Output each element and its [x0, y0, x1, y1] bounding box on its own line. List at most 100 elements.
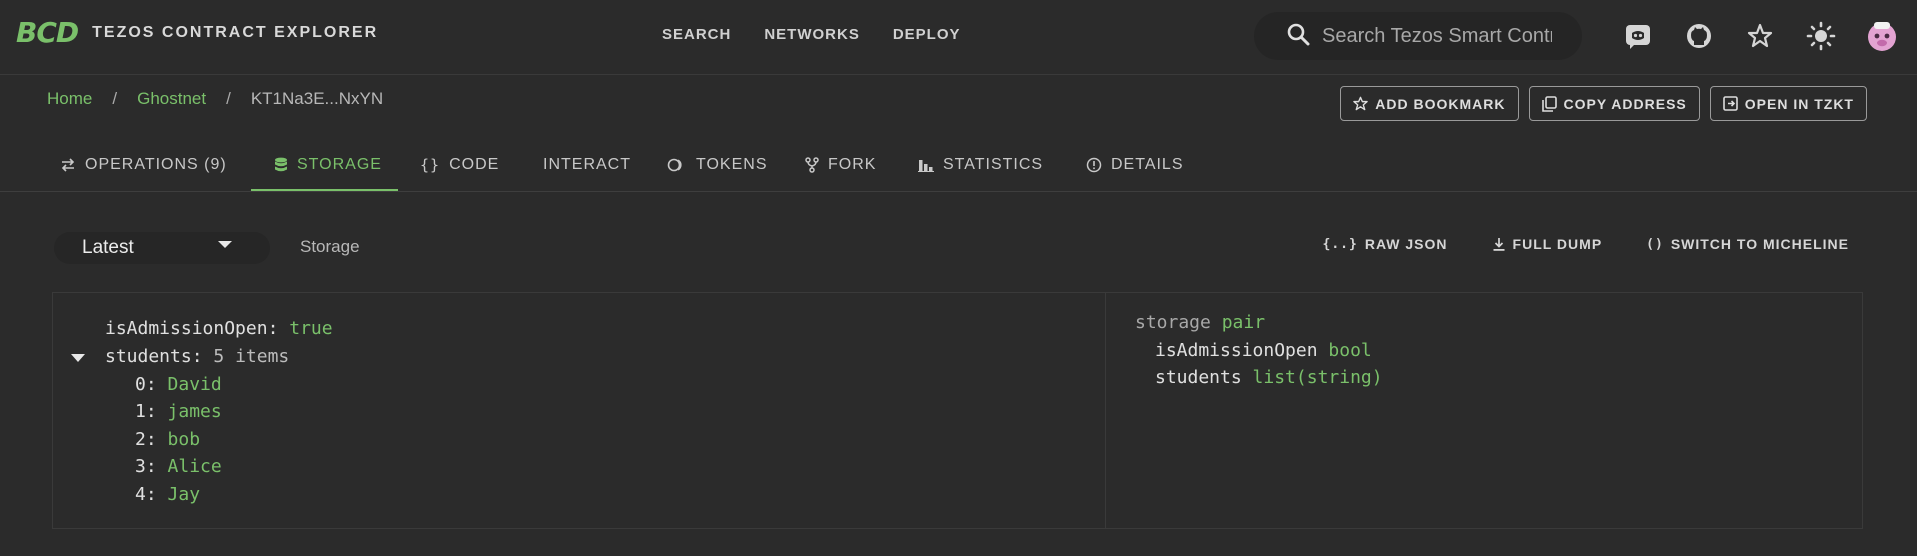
star-icon[interactable] — [1742, 16, 1778, 56]
tab-storage[interactable]: STORAGE — [274, 137, 382, 192]
contract-tabs: OPERATIONS (9) STORAGE {} CODE INTERACT … — [0, 137, 1917, 192]
download-icon — [1493, 237, 1505, 251]
open-external-icon — [1722, 96, 1738, 111]
list-item: 3: Alice — [135, 456, 222, 477]
tab-interact[interactable]: INTERACT — [543, 137, 631, 192]
nav-networks-link[interactable]: NETWORKS — [764, 26, 860, 43]
switch-to-micheline-button[interactable]: () SWITCH TO MICHELINE — [1646, 236, 1849, 252]
full-dump-label: FULL DUMP — [1512, 236, 1603, 252]
discord-icon[interactable] — [1620, 16, 1656, 56]
json-braces-icon: {..} — [1322, 236, 1358, 252]
top-nav: SEARCH NETWORKS DEPLOY — [662, 26, 961, 43]
type-field-type: bool — [1328, 340, 1372, 361]
tree-row-students[interactable]: students: 5 items — [105, 346, 289, 368]
parentheses-icon: () — [1646, 236, 1664, 252]
coins-icon — [667, 158, 682, 171]
breadcrumb: Home / Ghostnet / KT1Na3E...NxYN — [47, 89, 383, 109]
tab-code[interactable]: {} CODE — [420, 137, 499, 192]
copy-address-button[interactable]: COPY ADDRESS — [1528, 86, 1700, 121]
open-in-tzkt-button[interactable]: OPEN IN TZKT — [1709, 86, 1867, 121]
storage-type-view: storage pair isAdmissionOpen bool studen… — [1106, 293, 1862, 528]
type-root: storage pair — [1135, 312, 1265, 334]
bar-chart-icon — [918, 159, 934, 172]
tree-row-is-admission-open: isAdmissionOpen: true — [105, 318, 333, 339]
full-dump-button[interactable]: FULL DUMP — [1492, 236, 1603, 252]
storage-actions: {..} RAW JSON FULL DUMP () SWITCH TO MIC… — [1323, 236, 1849, 252]
app-logo[interactable]: BCD TEZOS CONTRACT EXPLORER — [16, 16, 378, 49]
copy-icon — [1541, 95, 1557, 112]
list-index: 2 — [135, 429, 146, 450]
braces-icon: {} — [420, 155, 441, 174]
list-value: Alice — [167, 456, 222, 477]
open-in-tzkt-label: OPEN IN TZKT — [1744, 95, 1854, 112]
active-tab-indicator — [251, 189, 398, 191]
storage-tree: isAdmissionOpen: true students: 5 items … — [53, 293, 1106, 528]
list-item: 0: David — [135, 374, 222, 395]
info-icon — [1086, 157, 1102, 172]
type-field-type: list(string) — [1252, 367, 1383, 388]
type-field: students list(string) — [1155, 367, 1383, 389]
storage-version-select[interactable]: Latest — [54, 232, 270, 264]
list-value: David — [167, 374, 222, 395]
tree-key: isAdmissionOpen — [105, 318, 268, 339]
nav-search-link[interactable]: SEARCH — [662, 26, 731, 43]
search-icon — [1286, 22, 1310, 51]
tab-interact-label: INTERACT — [543, 155, 631, 173]
theme-sun-icon[interactable] — [1803, 16, 1839, 56]
list-value: bob — [167, 429, 201, 450]
fork-icon — [805, 156, 819, 173]
list-value: Jay — [167, 484, 201, 505]
tab-details-label: DETAILS — [1111, 155, 1184, 173]
tree-count: 5 items — [213, 346, 290, 367]
database-icon — [275, 157, 287, 171]
add-bookmark-button[interactable]: ADD BOOKMARK — [1340, 86, 1519, 121]
tab-fork[interactable]: FORK — [805, 137, 876, 192]
list-item: 4: Jay — [135, 484, 201, 505]
list-index: 3 — [135, 456, 146, 477]
star-outline-icon — [1353, 96, 1369, 111]
type-field-name: isAdmissionOpen — [1155, 340, 1318, 361]
github-icon[interactable] — [1681, 16, 1717, 56]
user-avatar[interactable] — [1864, 16, 1900, 56]
tab-details[interactable]: DETAILS — [1086, 137, 1184, 192]
raw-json-button[interactable]: {..} RAW JSON — [1323, 236, 1448, 252]
list-index: 4 — [135, 484, 146, 505]
tree-value: true — [289, 318, 333, 339]
contract-actions: ADD BOOKMARK COPY ADDRESS OPEN IN TZKT — [1340, 86, 1867, 121]
breadcrumb-separator: / — [112, 89, 118, 108]
type-field-name: students — [1155, 367, 1242, 388]
storage-panels: isAdmissionOpen: true students: 5 items … — [52, 292, 1863, 529]
tab-storage-label: STORAGE — [297, 155, 382, 173]
tab-fork-label: FORK — [828, 155, 877, 173]
tab-statistics-label: STATISTICS — [943, 155, 1044, 173]
tab-tokens-label: TOKENS — [696, 155, 768, 173]
type-field: isAdmissionOpen bool — [1155, 340, 1372, 362]
list-index: 1 — [135, 401, 146, 422]
tab-tokens[interactable]: TOKENS — [667, 137, 768, 192]
list-item: 1: james — [135, 401, 222, 422]
breadcrumb-network[interactable]: Ghostnet — [137, 89, 206, 109]
copy-address-label: COPY ADDRESS — [1563, 95, 1687, 112]
switch-to-micheline-label: SWITCH TO MICHELINE — [1670, 236, 1849, 252]
collapse-caret-icon[interactable] — [71, 354, 85, 362]
breadcrumb-separator: / — [226, 89, 231, 108]
tab-operations-label: OPERATIONS (9) — [85, 155, 227, 173]
tab-operations[interactable]: OPERATIONS (9) — [60, 137, 227, 192]
breadcrumb-home[interactable]: Home — [47, 89, 92, 109]
top-icons — [1620, 16, 1900, 56]
storage-label: Storage — [300, 237, 360, 256]
list-item: 2: bob — [135, 429, 201, 450]
top-bar: BCD TEZOS CONTRACT EXPLORER SEARCH NETWO… — [0, 0, 1917, 75]
raw-json-label: RAW JSON — [1364, 236, 1448, 252]
search-box — [1254, 12, 1582, 60]
add-bookmark-label: ADD BOOKMARK — [1375, 95, 1506, 112]
type-root-name: storage — [1135, 312, 1211, 333]
chevron-down-icon — [218, 241, 232, 248]
nav-deploy-link[interactable]: DEPLOY — [893, 26, 961, 43]
tab-statistics[interactable]: STATISTICS — [918, 137, 1043, 192]
logo-mark: BCD — [16, 16, 79, 49]
list-value: james — [167, 401, 222, 422]
tree-key: students — [105, 346, 192, 367]
search-input[interactable] — [1322, 24, 1552, 48]
storage-version-value: Latest — [82, 237, 134, 258]
